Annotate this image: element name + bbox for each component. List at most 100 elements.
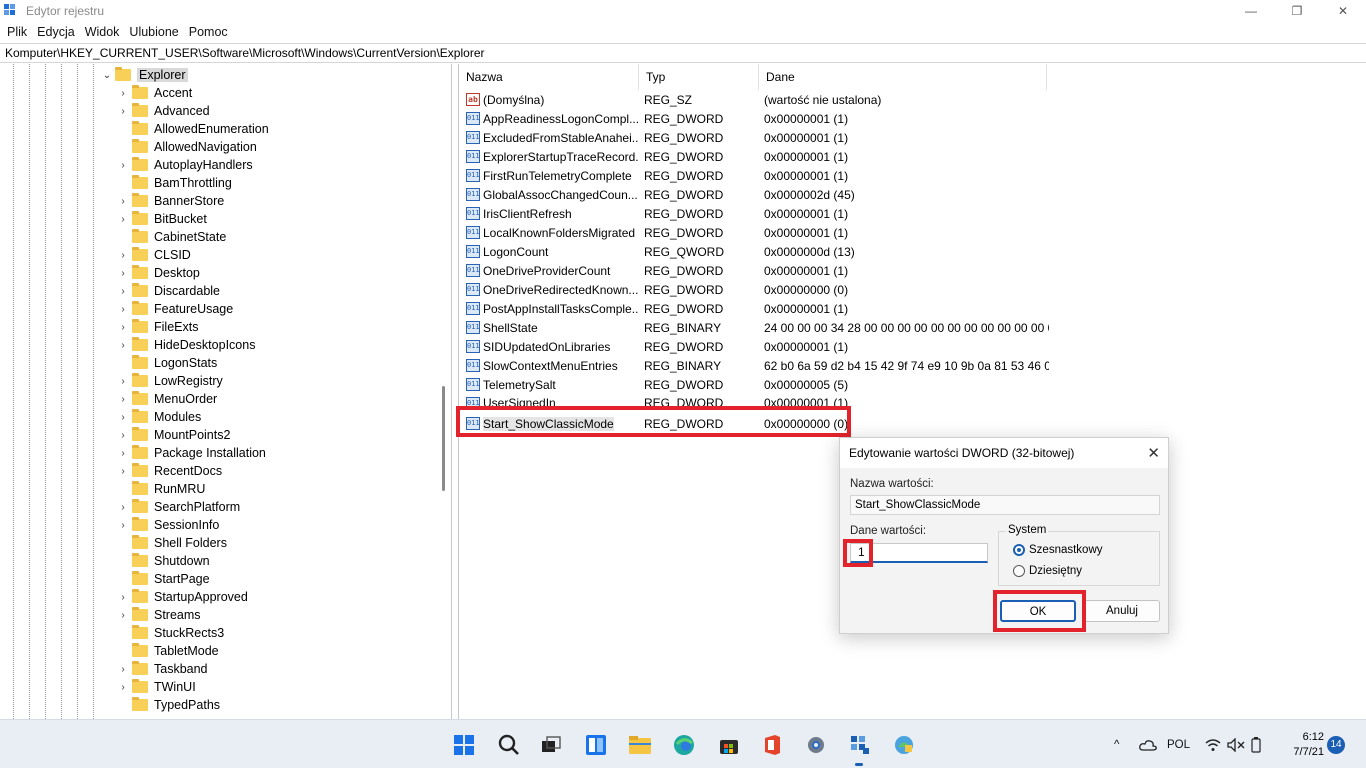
registry-editor-icon[interactable]: [847, 732, 873, 758]
search-icon[interactable]: [496, 732, 522, 758]
tray-chevron-icon[interactable]: ^: [1114, 720, 1119, 768]
tree-item[interactable]: TabletMode: [118, 642, 219, 660]
tree-item[interactable]: › BitBucket: [118, 210, 207, 228]
tree-item[interactable]: AllowedEnumeration: [118, 120, 269, 138]
notification-badge[interactable]: 14: [1327, 736, 1345, 754]
chevron-right-icon[interactable]: ›: [118, 268, 128, 279]
minimize-button[interactable]: —: [1228, 0, 1274, 22]
column-data[interactable]: Dane: [759, 64, 1047, 90]
close-button[interactable]: ✕: [1320, 0, 1366, 22]
menu-edit[interactable]: Edycja: [32, 25, 80, 39]
value-row[interactable]: 011 AppReadinessLogonCompl... REG_DWORD 0x0…: [459, 109, 1049, 128]
tree-item[interactable]: › BannerStore: [118, 192, 224, 210]
start-icon[interactable]: [451, 732, 477, 758]
file-explorer-icon[interactable]: [627, 732, 653, 758]
tree-item[interactable]: › FileExts: [118, 318, 198, 336]
office-icon[interactable]: [759, 732, 785, 758]
value-row[interactable]: 011 ExcludedFromStableAnahei... REG_DWORD 0…: [459, 128, 1049, 147]
menu-help[interactable]: Pomoc: [184, 25, 233, 39]
menu-view[interactable]: Widok: [80, 25, 125, 39]
tree-item[interactable]: › Modules: [118, 408, 201, 426]
tree-item[interactable]: › AutoplayHandlers: [118, 156, 253, 174]
onedrive-icon[interactable]: [1139, 720, 1157, 768]
tree-item[interactable]: › RecentDocs: [118, 462, 222, 480]
chevron-right-icon[interactable]: ›: [118, 340, 128, 351]
value-row[interactable]: ab (Domyślna) REG_SZ (wartość nie ustalona): [459, 90, 1049, 109]
chevron-right-icon[interactable]: ›: [118, 250, 128, 261]
chevron-right-icon[interactable]: ›: [118, 88, 128, 99]
edge-icon[interactable]: [671, 732, 697, 758]
value-row[interactable]: 011 ShellState REG_BINARY 24 00 00 00 34 28…: [459, 318, 1049, 337]
tree-item[interactable]: › Taskband: [118, 660, 208, 678]
cancel-button[interactable]: Anuluj: [1084, 600, 1160, 622]
tree-item[interactable]: › SessionInfo: [118, 516, 219, 534]
tree-item[interactable]: › Accent: [118, 84, 192, 102]
volume-muted-icon[interactable]: [1227, 720, 1245, 768]
column-type[interactable]: Typ: [639, 64, 759, 90]
chevron-right-icon[interactable]: ›: [118, 412, 128, 423]
maximize-button[interactable]: ❐: [1274, 0, 1320, 22]
chevron-right-icon[interactable]: ›: [118, 286, 128, 297]
tree-item[interactable]: › FeatureUsage: [118, 300, 233, 318]
tree-item[interactable]: StuckRects3: [118, 624, 224, 642]
chevron-right-icon[interactable]: ›: [118, 502, 128, 513]
battery-icon[interactable]: [1251, 720, 1261, 768]
value-row[interactable]: 011 SIDUpdatedOnLibraries REG_DWORD 0x00000…: [459, 337, 1049, 356]
tree-item[interactable]: › CLSID: [118, 246, 191, 264]
value-row[interactable]: 011 OneDriveProviderCount REG_DWORD 0x00000…: [459, 261, 1049, 280]
chevron-right-icon[interactable]: ›: [118, 520, 128, 531]
chevron-right-icon[interactable]: ›: [118, 664, 128, 675]
clock[interactable]: 6:12 7/7/21: [1284, 730, 1324, 760]
chevron-right-icon[interactable]: ›: [118, 322, 128, 333]
value-row[interactable]: 011 ExplorerStartupTraceRecord... REG_DWOR…: [459, 147, 1049, 166]
chevron-right-icon[interactable]: ›: [118, 304, 128, 315]
wifi-icon[interactable]: [1205, 720, 1221, 768]
chevron-right-icon[interactable]: ›: [118, 448, 128, 459]
radio-hexadecimal[interactable]: Szesnastkowy: [1013, 544, 1103, 556]
language-indicator[interactable]: POL: [1167, 720, 1190, 768]
tree-item[interactable]: › TWinUI: [118, 678, 196, 696]
tree-item[interactable]: LogonStats: [118, 354, 217, 372]
value-row[interactable]: 011 OneDriveRedirectedKnown... REG_DWORD 0x…: [459, 280, 1049, 299]
tree-item[interactable]: › MountPoints2: [118, 426, 230, 444]
chevron-right-icon[interactable]: ›: [118, 160, 128, 171]
tree-item[interactable]: › LowRegistry: [118, 372, 223, 390]
tree-scrollbar[interactable]: [442, 386, 445, 491]
chevron-right-icon[interactable]: ›: [118, 682, 128, 693]
chevron-right-icon[interactable]: ›: [118, 466, 128, 477]
value-row[interactable]: 011 IrisClientRefresh REG_DWORD 0x00000001 …: [459, 204, 1049, 223]
menu-file[interactable]: Plik: [2, 25, 32, 39]
chevron-right-icon[interactable]: ›: [118, 610, 128, 621]
column-name[interactable]: Nazwa: [459, 64, 639, 90]
chevron-down-icon[interactable]: ⌄: [102, 70, 112, 81]
tree-item[interactable]: BamThrottling: [118, 174, 232, 192]
widgets-icon[interactable]: [583, 732, 609, 758]
tree-item[interactable]: Shutdown: [118, 552, 210, 570]
tree-item[interactable]: RunMRU: [118, 480, 205, 498]
tree-item[interactable]: › Streams: [118, 606, 201, 624]
chevron-right-icon[interactable]: ›: [118, 376, 128, 387]
value-row[interactable]: 011 LocalKnownFoldersMigrated REG_DWORD 0x0…: [459, 223, 1049, 242]
value-row[interactable]: 011 TelemetrySalt REG_DWORD 0x00000005 (5): [459, 375, 1049, 394]
tree-item[interactable]: StartPage: [118, 570, 210, 588]
tree-item[interactable]: › Discardable: [118, 282, 220, 300]
value-row[interactable]: 011 FirstRunTelemetryComplete REG_DWORD 0x0…: [459, 166, 1049, 185]
tree-item[interactable]: TypedPaths: [118, 696, 220, 714]
control-panel-icon[interactable]: [891, 732, 917, 758]
tree-item[interactable]: › SearchPlatform: [118, 498, 240, 516]
tree-item[interactable]: › Desktop: [118, 264, 200, 282]
tree-item[interactable]: › Advanced: [118, 102, 210, 120]
tree-item[interactable]: CabinetState: [118, 228, 226, 246]
value-row[interactable]: 011 SlowContextMenuEntries REG_BINARY 62 b0…: [459, 356, 1049, 375]
tree-item[interactable]: › Package Installation: [118, 444, 266, 462]
chevron-right-icon[interactable]: ›: [118, 430, 128, 441]
tree-item[interactable]: › HideDesktopIcons: [118, 336, 255, 354]
tree-item-explorer[interactable]: ⌄ Explorer: [102, 66, 188, 84]
chevron-right-icon[interactable]: ›: [118, 592, 128, 603]
tree-item[interactable]: › StartupApproved: [118, 588, 248, 606]
task-view-icon[interactable]: [538, 732, 564, 758]
address-bar[interactable]: Komputer\HKEY_CURRENT_USER\Software\Micr…: [0, 43, 1366, 63]
chevron-right-icon[interactable]: ›: [118, 214, 128, 225]
menu-favorites[interactable]: Ulubione: [124, 25, 183, 39]
chevron-right-icon[interactable]: ›: [118, 106, 128, 117]
